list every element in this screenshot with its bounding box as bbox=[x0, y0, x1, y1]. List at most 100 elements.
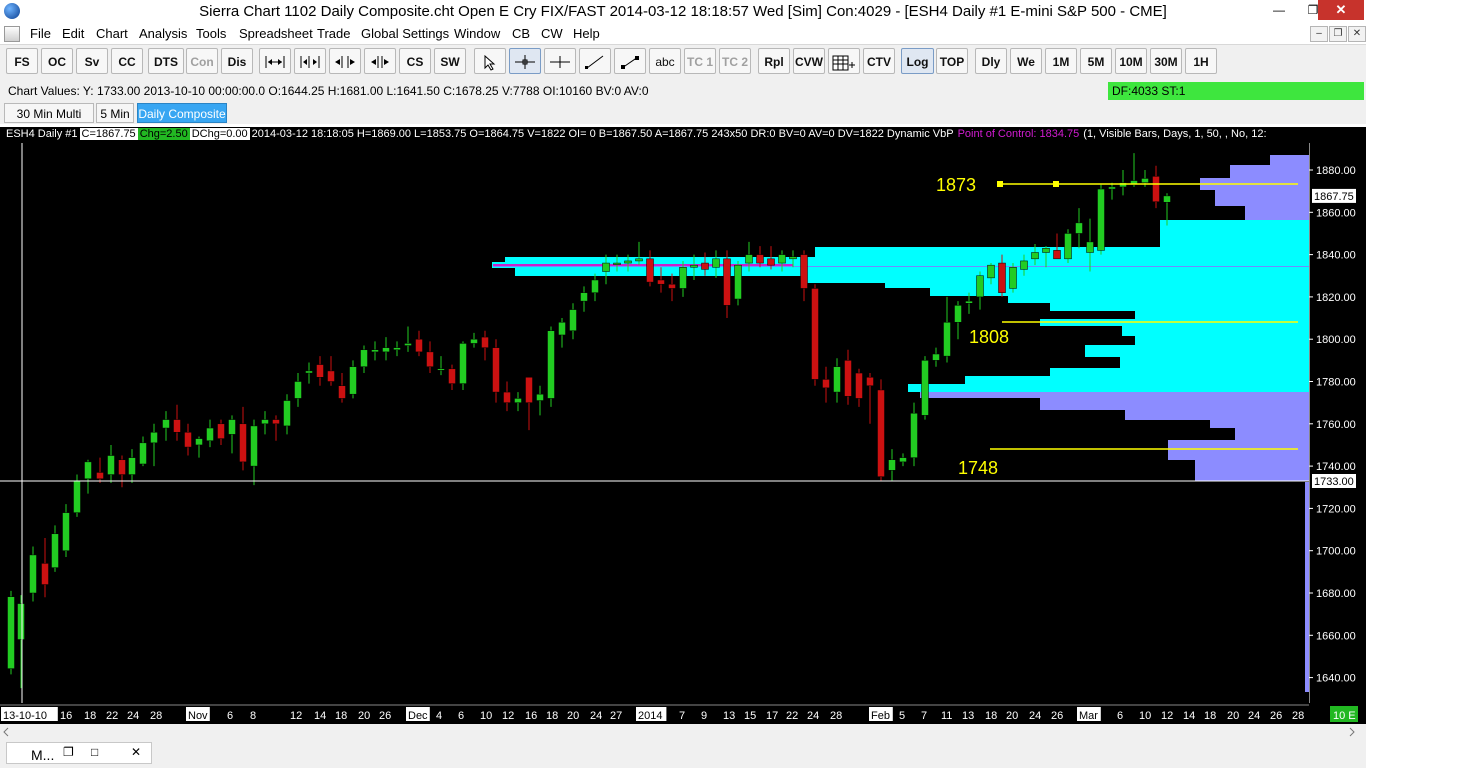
10m-button[interactable]: 10M bbox=[1115, 48, 1147, 74]
minimize-button[interactable]: — bbox=[1262, 0, 1296, 20]
candlestick bbox=[338, 385, 346, 399]
log-scale-button[interactable]: Log bbox=[901, 48, 934, 74]
cs-button[interactable]: CS bbox=[399, 48, 431, 74]
interval-compress-icon[interactable] bbox=[294, 48, 326, 74]
line-tool-icon[interactable] bbox=[579, 48, 611, 74]
candlestick bbox=[800, 254, 808, 289]
date-label: 5 bbox=[899, 710, 905, 722]
top-button[interactable]: TOP bbox=[936, 48, 968, 74]
sv-button[interactable]: Sv bbox=[76, 48, 108, 74]
candlestick bbox=[239, 423, 247, 463]
volume-profile-bar bbox=[1040, 398, 1309, 410]
menu-help[interactable]: Help bbox=[573, 26, 600, 41]
volume-profile-bar bbox=[1210, 420, 1309, 428]
cvw-button[interactable]: CVW bbox=[793, 48, 825, 74]
candlestick bbox=[73, 480, 81, 513]
scroll-left-icon[interactable] bbox=[329, 48, 361, 74]
mdi-close-button[interactable]: ✕ bbox=[1348, 26, 1366, 42]
1m-button[interactable]: 1M bbox=[1045, 48, 1077, 74]
menu-file[interactable]: File bbox=[30, 26, 51, 41]
menu-window[interactable]: Window bbox=[454, 26, 500, 41]
menu-trade[interactable]: Trade bbox=[317, 26, 350, 41]
tab-5-min[interactable]: 5 Min bbox=[96, 103, 134, 123]
scroll-right-icon[interactable] bbox=[364, 48, 396, 74]
price-chart[interactable]: 1873 1808 1748 1880.00 1860.00 1840.00 1820.00… bbox=[0, 127, 1366, 724]
price-tick-label: 1860.00 bbox=[1316, 207, 1356, 219]
restore-icon[interactable]: ❐ bbox=[63, 745, 74, 759]
ctv-button[interactable]: CTV bbox=[863, 48, 895, 74]
menu-cw[interactable]: CW bbox=[541, 26, 563, 41]
tab-30-min-multi-day[interactable]: 30 Min Multi Day bbox=[4, 103, 94, 141]
candlestick bbox=[976, 275, 984, 298]
date-label: 22 bbox=[786, 710, 798, 722]
chart-window-icon[interactable] bbox=[4, 26, 20, 42]
candlestick bbox=[712, 258, 720, 268]
close-icon[interactable]: ✕ bbox=[131, 745, 141, 759]
weekly-button[interactable]: We bbox=[1010, 48, 1042, 74]
ray-tool-icon[interactable] bbox=[614, 48, 646, 74]
value-tool-icon[interactable] bbox=[544, 48, 576, 74]
minimized-chart-window[interactable]: M... ❐ □ ✕ bbox=[6, 742, 152, 764]
menu-chart[interactable]: Chart bbox=[96, 26, 128, 41]
dis-button[interactable]: Dis bbox=[221, 48, 253, 74]
fs-button[interactable]: FS bbox=[6, 48, 38, 74]
candlestick bbox=[657, 279, 665, 285]
menu-edit[interactable]: Edit bbox=[62, 26, 84, 41]
date-label: 12 bbox=[502, 710, 514, 722]
crosshair-tool-icon[interactable] bbox=[509, 48, 541, 74]
chart-canvas[interactable]: 1873180817481880.001860.001840.001820.00… bbox=[0, 127, 1366, 724]
tab-daily-composite[interactable]: Daily Composite bbox=[137, 103, 227, 123]
oc-button[interactable]: OC bbox=[41, 48, 73, 74]
text-tool-button[interactable]: abc bbox=[649, 48, 681, 74]
candlestick bbox=[173, 419, 181, 433]
menu-cb[interactable]: CB bbox=[512, 26, 530, 41]
candlestick bbox=[932, 353, 940, 361]
30m-button[interactable]: 30M bbox=[1150, 48, 1182, 74]
sw-button[interactable]: SW bbox=[434, 48, 466, 74]
maximize-icon[interactable]: □ bbox=[91, 745, 98, 759]
cc-button[interactable]: CC bbox=[111, 48, 143, 74]
5m-button[interactable]: 5M bbox=[1080, 48, 1112, 74]
con-button[interactable]: Con bbox=[186, 48, 218, 74]
candlestick bbox=[734, 264, 742, 300]
rpl-button[interactable]: Rpl bbox=[758, 48, 790, 74]
candlestick bbox=[591, 279, 599, 293]
menu-global-settings[interactable]: Global Settings bbox=[361, 26, 449, 41]
volume-profile-bar bbox=[1168, 440, 1309, 460]
close-button[interactable]: ✕ bbox=[1318, 0, 1364, 20]
menu-spreadsheet[interactable]: Spreadsheet bbox=[239, 26, 313, 41]
menu-tools[interactable]: Tools bbox=[196, 26, 226, 41]
price-tick-label: 1780.00 bbox=[1316, 377, 1356, 389]
candlestick bbox=[62, 512, 70, 551]
volume-profile-bar bbox=[1215, 190, 1309, 206]
volume-profile-bar bbox=[1270, 155, 1309, 165]
mdi-minimize-button[interactable]: – bbox=[1310, 26, 1328, 42]
date-label: 6 bbox=[1117, 710, 1123, 722]
menu-analysis[interactable]: Analysis bbox=[139, 26, 187, 41]
candlestick bbox=[1075, 222, 1083, 234]
level-annotation: 1748 bbox=[958, 458, 998, 478]
candlestick bbox=[1086, 241, 1094, 253]
scale-volume-strip bbox=[1305, 482, 1309, 692]
date-label: Dec bbox=[408, 710, 428, 722]
date-label: 9 bbox=[701, 710, 707, 722]
candlestick bbox=[866, 377, 874, 386]
pointer-tool-icon[interactable] bbox=[474, 48, 506, 74]
candlestick bbox=[1163, 195, 1171, 203]
date-label: 2014 bbox=[638, 710, 662, 722]
tc1-button[interactable]: TC 1 bbox=[684, 48, 716, 74]
trade-window-icon[interactable] bbox=[828, 48, 860, 74]
mdi-restore-button[interactable]: ❐ bbox=[1329, 26, 1347, 42]
candlestick bbox=[107, 455, 115, 475]
interval-expand-icon[interactable] bbox=[259, 48, 291, 74]
horizontal-scrollbar[interactable] bbox=[0, 724, 1366, 740]
window-title: Sierra Chart 1102 Daily Composite.cht Op… bbox=[199, 3, 1167, 20]
candlestick bbox=[877, 389, 885, 477]
dts-button[interactable]: DTS bbox=[148, 48, 184, 74]
1h-button[interactable]: 1H bbox=[1185, 48, 1217, 74]
candlestick bbox=[635, 258, 643, 262]
tc2-button[interactable]: TC 2 bbox=[719, 48, 751, 74]
minimized-window-label: M... bbox=[31, 747, 55, 763]
date-label: 7 bbox=[921, 710, 927, 722]
daily-button[interactable]: Dly bbox=[975, 48, 1007, 74]
